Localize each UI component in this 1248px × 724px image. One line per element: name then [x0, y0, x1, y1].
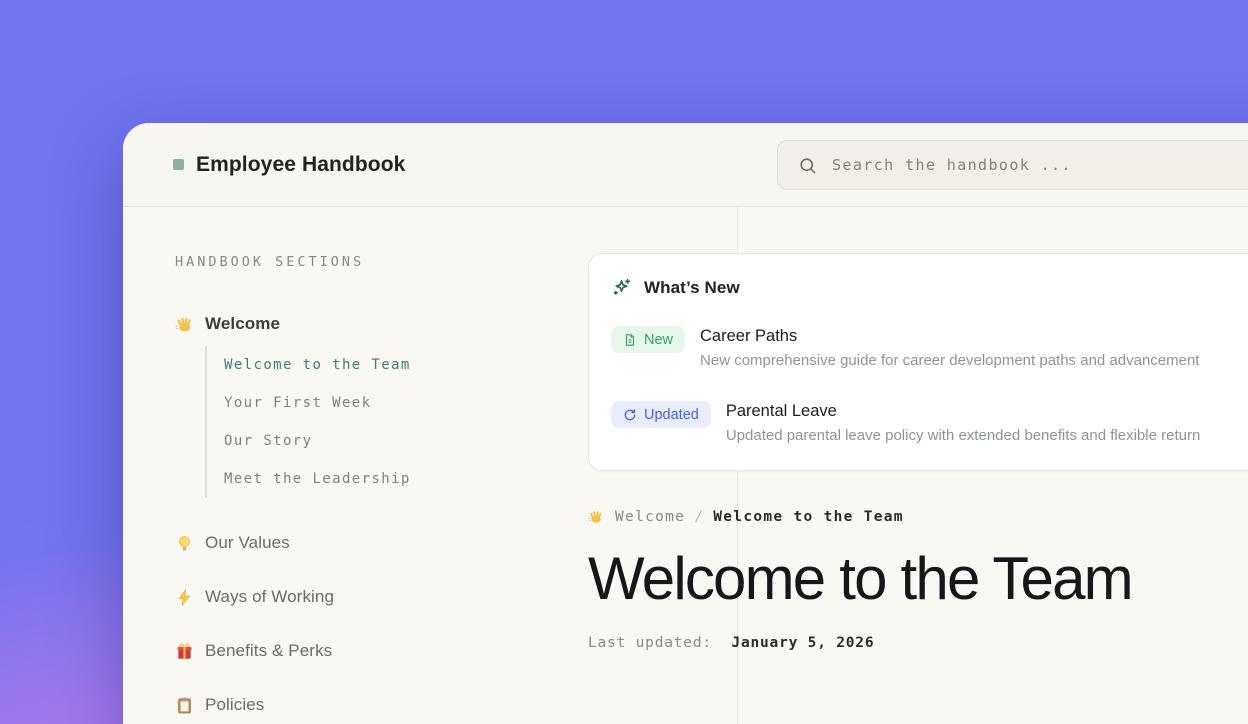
sidebar-nav: Welcome Welcome to the Team Your First W…	[175, 312, 535, 717]
last-updated: Last updated: January 5, 2026	[588, 635, 1248, 651]
wave-emoji-icon	[175, 315, 194, 334]
sidebar-item-label: Our Values	[205, 533, 290, 553]
breadcrumb-page: Welcome to the Team	[713, 509, 904, 525]
badge-label: Updated	[644, 407, 699, 423]
app-logo	[173, 159, 184, 170]
sidebar-subitem-welcome-to-the-team[interactable]: Welcome to the Team	[224, 346, 535, 384]
entry-text: Parental Leave Updated parental leave po…	[726, 400, 1200, 444]
sidebar-item-our-values[interactable]: Our Values	[175, 531, 535, 555]
breadcrumb-separator: /	[694, 509, 704, 525]
whats-new-card: What’s New New Career Paths New comprehe…	[588, 253, 1248, 471]
sidebar-item-label: Policies	[205, 695, 264, 715]
updated-badge: Updated	[611, 401, 711, 428]
search-input[interactable]: Search the handbook ...	[777, 140, 1248, 190]
sidebar-subitem-your-first-week[interactable]: Your First Week	[224, 384, 535, 422]
sidebar-subitem-our-story[interactable]: Our Story	[224, 422, 535, 460]
sidebar-item-label: Ways of Working	[205, 587, 334, 607]
breadcrumb: Welcome / Welcome to the Team	[588, 509, 1248, 525]
page-title: Welcome to the Team	[588, 547, 1248, 611]
gift-emoji-icon	[175, 642, 194, 661]
sparkles-icon	[611, 277, 632, 298]
whats-new-entry[interactable]: New Career Paths New comprehensive guide…	[611, 325, 1248, 369]
breadcrumb-section[interactable]: Welcome	[615, 509, 685, 525]
sidebar-item-label: Welcome	[205, 314, 280, 334]
app-header: Employee Handbook Search the handbook ..…	[123, 123, 1248, 207]
main-content: What’s New New Career Paths New comprehe…	[588, 207, 1248, 651]
entry-title: Parental Leave	[726, 400, 1200, 422]
last-updated-label: Last updated:	[588, 635, 712, 651]
lightning-emoji-icon	[175, 588, 194, 607]
sidebar-item-label: Benefits & Perks	[205, 641, 332, 661]
document-icon	[623, 333, 637, 347]
entry-description: New comprehensive guide for career devel…	[700, 352, 1199, 369]
app-window: Employee Handbook Search the handbook ..…	[123, 123, 1248, 724]
entry-title: Career Paths	[700, 325, 1199, 347]
whats-new-entry[interactable]: Updated Parental Leave Updated parental …	[611, 400, 1248, 444]
entry-description: Updated parental leave policy with exten…	[726, 427, 1200, 444]
clipboard-emoji-icon	[175, 696, 194, 715]
whats-new-header: What’s New	[611, 277, 1248, 298]
wave-emoji-icon	[588, 509, 604, 525]
badge-label: New	[644, 332, 673, 348]
last-updated-value: January 5, 2026	[731, 635, 874, 651]
desktop-background: Employee Handbook Search the handbook ..…	[0, 0, 1248, 724]
sidebar-subitem-meet-the-leadership[interactable]: Meet the Leadership	[224, 460, 535, 498]
whats-new-title: What’s New	[644, 278, 740, 298]
lightbulb-emoji-icon	[175, 534, 194, 553]
search-placeholder: Search the handbook ...	[832, 156, 1072, 174]
sidebar: HANDBOOK SECTIONS	[175, 207, 535, 717]
app-body: HANDBOOK SECTIONS	[123, 207, 1248, 724]
sidebar-item-policies[interactable]: Policies	[175, 693, 535, 717]
sidebar-subnav-welcome: Welcome to the Team Your First Week Our …	[205, 346, 535, 498]
app-title: Employee Handbook	[196, 153, 405, 177]
sidebar-section-label: HANDBOOK SECTIONS	[175, 254, 535, 270]
new-badge: New	[611, 326, 685, 353]
sidebar-item-benefits-perks[interactable]: Benefits & Perks	[175, 639, 535, 663]
search-icon	[798, 156, 817, 175]
sidebar-item-ways-of-working[interactable]: Ways of Working	[175, 585, 535, 609]
sidebar-item-welcome[interactable]: Welcome	[175, 312, 535, 336]
refresh-icon	[623, 408, 637, 422]
entry-text: Career Paths New comprehensive guide for…	[700, 325, 1199, 369]
